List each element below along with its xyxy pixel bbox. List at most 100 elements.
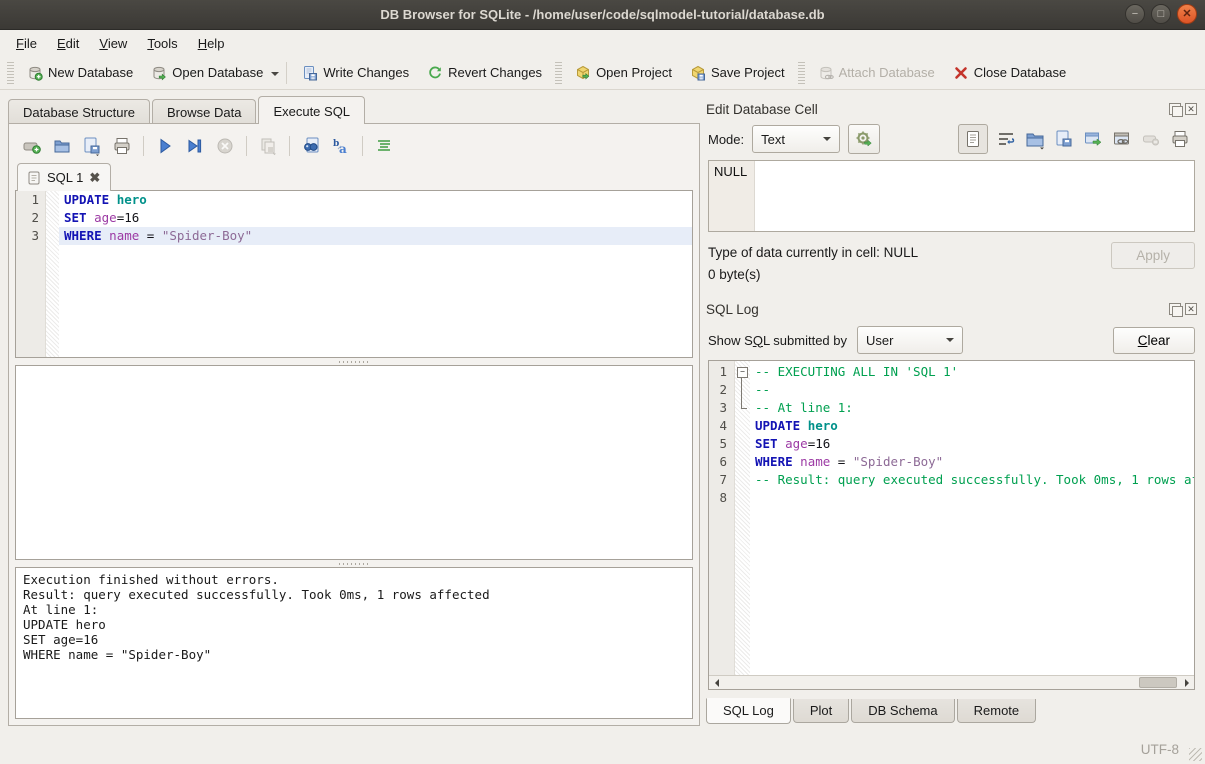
- open-in-external-button[interactable]: [1111, 128, 1133, 150]
- execution-message-panel[interactable]: Execution finished without errors. Resul…: [15, 567, 693, 719]
- code-line: 6WHERE name = "Spider-Boy": [709, 453, 1194, 471]
- menu-view[interactable]: View: [89, 33, 137, 54]
- window-controls: − □ ✕: [1125, 4, 1197, 24]
- open-database-dropdown-caret[interactable]: [271, 72, 279, 80]
- scrollbar-thumb[interactable]: [1139, 677, 1177, 688]
- cell-type-info: Type of data currently in cell: NULL: [708, 242, 1111, 264]
- encoding-indicator[interactable]: UTF-8: [1141, 742, 1179, 757]
- log-filter-row: Show SQL submitted by User Clear: [706, 320, 1197, 360]
- write-changes-icon: [302, 65, 318, 81]
- cell-value-input[interactable]: [755, 161, 1194, 231]
- word-wrap-icon: [996, 129, 1016, 149]
- tab-database-structure[interactable]: Database Structure: [8, 99, 150, 124]
- dock-close-icon[interactable]: ✕: [1185, 103, 1197, 115]
- main-area: Database Structure Browse Data Execute S…: [0, 90, 1205, 734]
- code-line: 7-- Result: query executed successfully.…: [709, 471, 1194, 489]
- left-pane: Database Structure Browse Data Execute S…: [8, 96, 700, 726]
- print-cell-button[interactable]: [1169, 128, 1191, 150]
- toolbar-drag-handle[interactable]: [555, 62, 562, 84]
- new-sql-tab-icon: [22, 136, 42, 156]
- toolbar-drag-handle[interactable]: [798, 62, 805, 84]
- find-replace-button[interactable]: [298, 133, 324, 159]
- sql-1-tab[interactable]: SQL 1 ✖: [17, 163, 111, 191]
- execute-sql-panel: ba SQL 1 ✖: [8, 123, 700, 726]
- save-sql-file-button[interactable]: [79, 133, 105, 159]
- close-button[interactable]: ✕: [1177, 4, 1197, 24]
- word-wrap-button[interactable]: [995, 128, 1017, 150]
- tab-sql-log[interactable]: SQL Log: [706, 698, 791, 724]
- find-replace-icon: [301, 136, 321, 156]
- menu-help[interactable]: Help: [188, 33, 235, 54]
- sql-log-view[interactable]: 1-- EXECUTING ALL IN 'SQL 1'2--3-- At li…: [708, 360, 1195, 690]
- print-sql-button[interactable]: [109, 133, 135, 159]
- open-database-button[interactable]: Open Database: [143, 61, 271, 85]
- new-sql-tab-button[interactable]: [19, 133, 45, 159]
- save-project-icon: [690, 65, 706, 81]
- scroll-right-icon[interactable]: [1180, 676, 1194, 689]
- scroll-left-icon[interactable]: [709, 676, 723, 689]
- edit-cell-dock-header: Edit Database Cell ✕: [706, 98, 1197, 120]
- attach-database-button[interactable]: Attach Database: [810, 61, 943, 85]
- results-grid-panel[interactable]: [15, 365, 693, 560]
- log-lines: 1-- EXECUTING ALL IN 'SQL 1'2--3-- At li…: [709, 363, 1194, 507]
- log-filter-combobox[interactable]: User: [857, 326, 963, 354]
- sql-tab-bar: SQL 1 ✖: [15, 162, 693, 191]
- new-database-button[interactable]: New Database: [19, 61, 141, 85]
- edit-cell-dock-title: Edit Database Cell: [706, 102, 1169, 117]
- sql-tab-close-icon[interactable]: ✖: [89, 170, 100, 186]
- set-null-icon: [1141, 129, 1161, 149]
- link-window-icon: [1112, 129, 1132, 149]
- menu-file[interactable]: File: [6, 33, 47, 54]
- format-sql-button[interactable]: [371, 133, 397, 159]
- auto-completion-icon: ba: [331, 136, 351, 156]
- toolbar-drag-handle[interactable]: [7, 62, 14, 84]
- text-mode-toggle[interactable]: [958, 124, 988, 154]
- splitter-handle[interactable]: [15, 358, 693, 365]
- save-results-button[interactable]: [255, 133, 281, 159]
- dock-float-icon[interactable]: [1169, 103, 1181, 115]
- save-file-icon: [1054, 129, 1074, 149]
- open-sql-file-button[interactable]: [49, 133, 75, 159]
- revert-changes-button[interactable]: Revert Changes: [419, 61, 550, 85]
- cell-value-editor[interactable]: NULL: [708, 160, 1195, 232]
- write-changes-button[interactable]: Write Changes: [294, 61, 417, 85]
- execute-all-button[interactable]: [152, 133, 178, 159]
- horizontal-scrollbar[interactable]: [709, 675, 1194, 689]
- menu-edit[interactable]: Edit: [47, 33, 89, 54]
- tab-db-schema[interactable]: DB Schema: [851, 699, 954, 723]
- main-toolbar: New Database Open Database Write Changes…: [0, 56, 1205, 90]
- stop-execution-button[interactable]: [212, 133, 238, 159]
- tab-plot[interactable]: Plot: [793, 699, 849, 723]
- tab-remote[interactable]: Remote: [957, 699, 1037, 723]
- close-database-label: Close Database: [974, 65, 1067, 80]
- minimize-button[interactable]: −: [1125, 4, 1145, 24]
- cell-editor-toolbar: [958, 124, 1195, 154]
- save-project-button[interactable]: Save Project: [682, 61, 793, 85]
- set-null-button[interactable]: [1140, 128, 1162, 150]
- dock-close-icon[interactable]: ✕: [1185, 303, 1197, 315]
- auto-completion-button[interactable]: ba: [328, 133, 354, 159]
- stop-execution-icon: [215, 136, 235, 156]
- export-cell-button[interactable]: [1053, 128, 1075, 150]
- tab-execute-sql[interactable]: Execute SQL: [258, 96, 365, 124]
- maximize-button[interactable]: □: [1151, 4, 1171, 24]
- sql-code-editor[interactable]: 1UPDATE hero2SET age=163WHERE name = "Sp…: [15, 190, 693, 358]
- sql-file-icon: [28, 171, 41, 185]
- open-project-button[interactable]: Open Project: [567, 61, 680, 85]
- set-as-button[interactable]: [1082, 128, 1104, 150]
- apply-button[interactable]: Apply: [1111, 242, 1195, 269]
- mode-combobox[interactable]: Text: [752, 125, 840, 153]
- close-database-button[interactable]: Close Database: [945, 61, 1075, 85]
- code-line: 2--: [709, 381, 1194, 399]
- code-line: 3-- At line 1:: [709, 399, 1194, 417]
- import-cell-button[interactable]: [1024, 128, 1046, 150]
- import-gear-icon: [854, 129, 874, 149]
- resize-grip[interactable]: [1189, 748, 1202, 761]
- menu-tools[interactable]: Tools: [137, 33, 187, 54]
- import-data-button[interactable]: [848, 124, 880, 154]
- tab-browse-data[interactable]: Browse Data: [152, 99, 256, 124]
- clear-log-button[interactable]: Clear: [1113, 327, 1195, 354]
- splitter-handle[interactable]: [15, 560, 693, 567]
- dock-float-icon[interactable]: [1169, 303, 1181, 315]
- execute-current-line-button[interactable]: [182, 133, 208, 159]
